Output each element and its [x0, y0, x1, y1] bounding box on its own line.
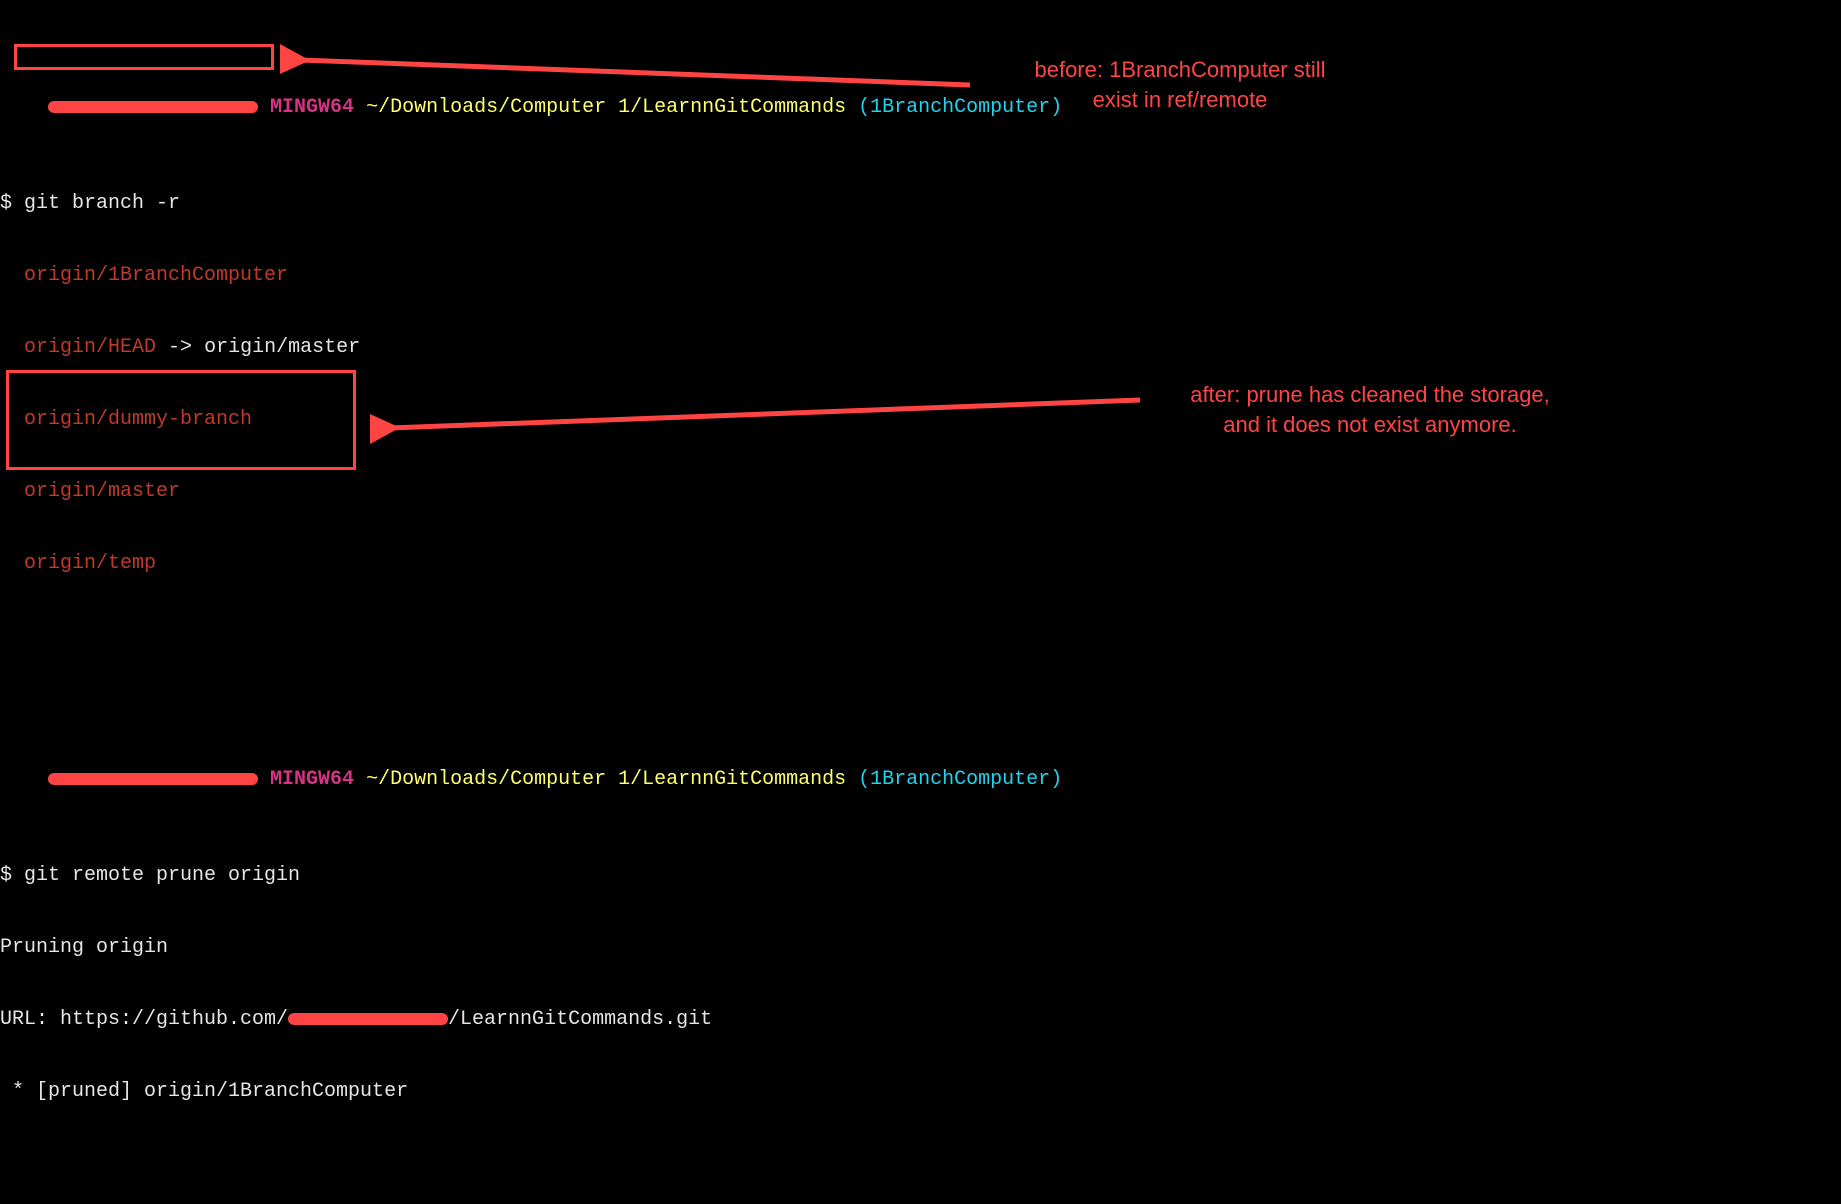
terminal[interactable]: MINGW64 ~/Downloads/Computer 1/LearnnGit… — [0, 0, 1841, 1204]
branch-output-line: origin/1BranchComputer — [0, 264, 1841, 288]
output-line: URL: https://github.com//LearnnGitComman… — [0, 1008, 1841, 1032]
redacted-user-host — [48, 101, 258, 113]
host-label: MINGW64 — [270, 96, 354, 119]
branch-output-line: origin/temp — [0, 552, 1841, 576]
cwd-path: ~/Downloads/Computer 1/LearnnGitCommands — [366, 96, 846, 119]
blank-line — [0, 1152, 1841, 1176]
redacted-user-host — [48, 773, 258, 785]
branch-output-line: origin/HEAD -> origin/master — [0, 336, 1841, 360]
output-line: * [pruned] origin/1BranchComputer — [0, 1080, 1841, 1104]
blank-line — [0, 624, 1841, 648]
prompt-line: MINGW64 ~/Downloads/Computer 1/LearnnGit… — [0, 744, 1841, 816]
annotation-after: after: prune has cleaned the storage, an… — [1170, 380, 1570, 439]
command-line: $ git remote prune origin — [0, 864, 1841, 888]
annotation-before: before: 1BranchComputer still exist in r… — [1000, 55, 1360, 114]
redacted-repo-owner — [288, 1013, 448, 1025]
prompt-line: MINGW64 ~/Downloads/Computer 1/LearnnGit… — [0, 72, 1841, 144]
output-line: Pruning origin — [0, 936, 1841, 960]
branch-output-line: origin/master — [0, 480, 1841, 504]
command-line: $ git branch -r — [0, 192, 1841, 216]
